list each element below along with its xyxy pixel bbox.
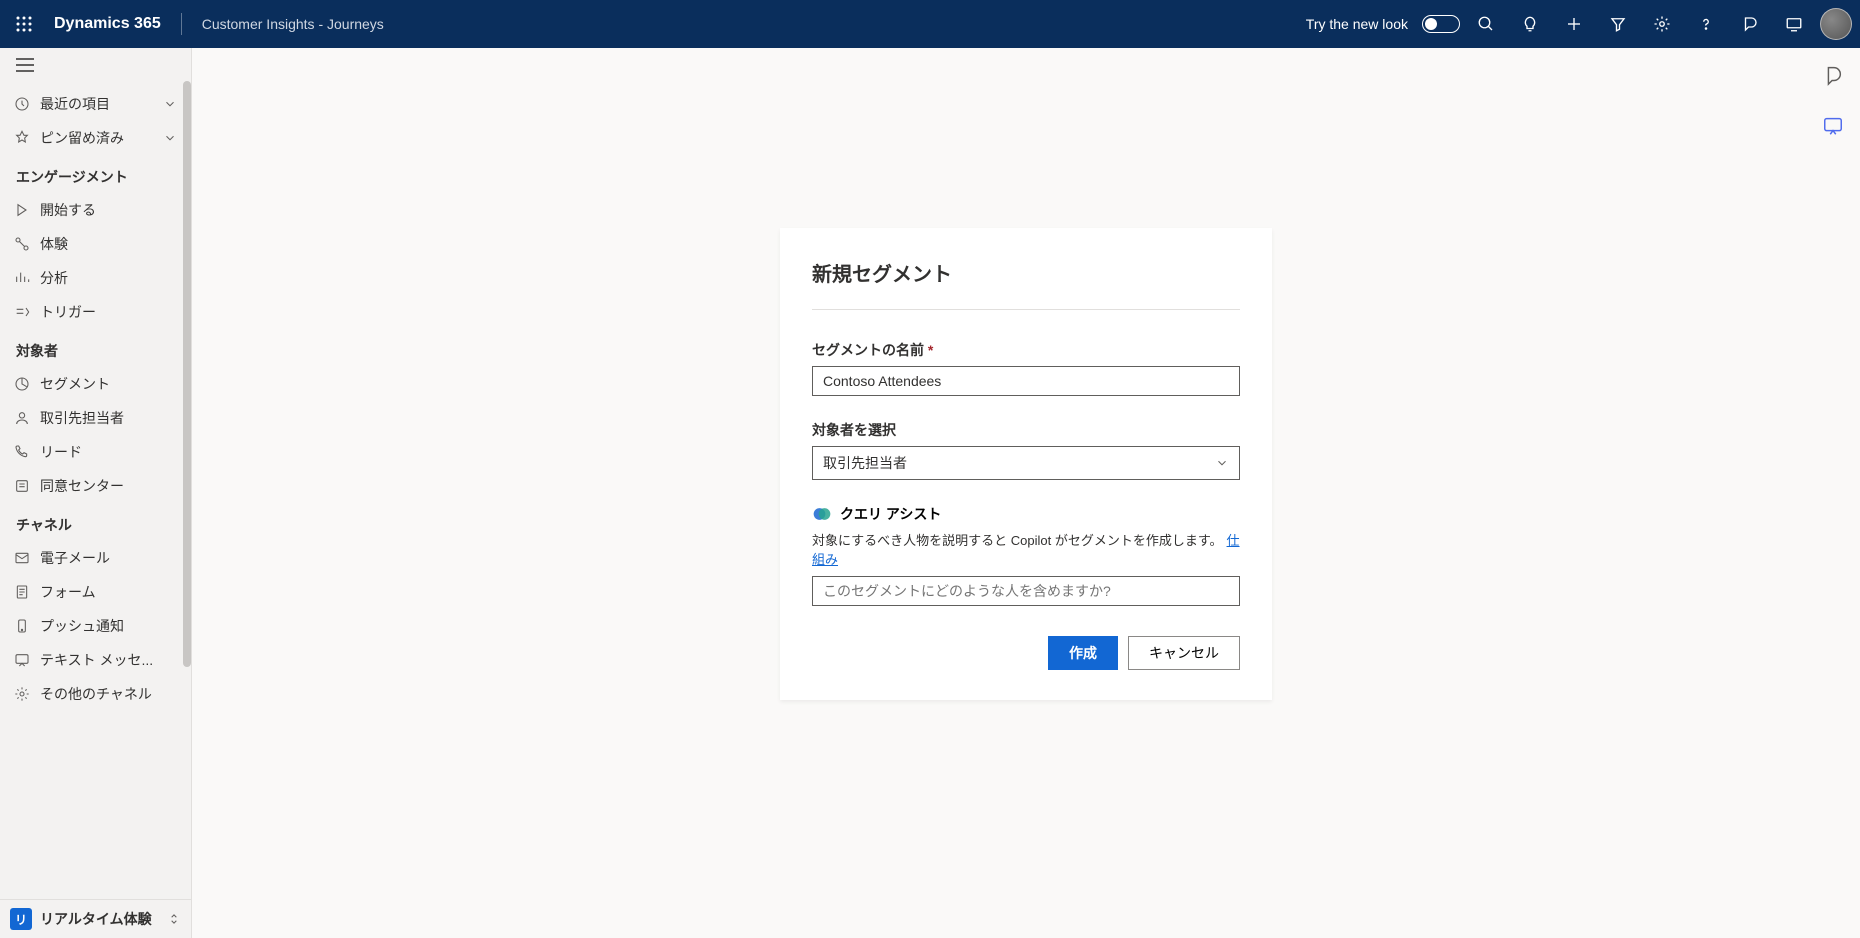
divider — [812, 309, 1240, 310]
nav-section-channel: チャネル — [4, 503, 187, 541]
sidebar-item-label: その他のチャネル — [40, 684, 152, 704]
chevron-down-icon — [1215, 456, 1229, 470]
sidebar-item-leads[interactable]: リード — [4, 435, 187, 469]
audience-selected-value: 取引先担当者 — [823, 453, 907, 473]
sidebar-item-label: 同意センター — [40, 476, 124, 496]
topbar: Dynamics 365 Customer Insights - Journey… — [0, 0, 1860, 48]
copilot-icon[interactable] — [1732, 0, 1768, 48]
create-button[interactable]: 作成 — [1048, 636, 1118, 670]
query-assist-group: クエリ アシスト 対象にするべき人物を説明すると Copilot がセグメントを… — [812, 504, 1240, 606]
sidebar-item-consent[interactable]: 同意センター — [4, 469, 187, 503]
sidebar-item-label: 体験 — [40, 234, 68, 254]
topbar-right: Try the new look — [1306, 0, 1852, 48]
main-content: 新規セグメント セグメントの名前 * 対象者を選択 取引先担当者 クエリ アシス… — [192, 48, 1860, 938]
sidebar-item-label: テキスト メッセ... — [40, 650, 153, 670]
nav-section-audience: 対象者 — [4, 329, 187, 367]
screen-icon[interactable] — [1776, 0, 1812, 48]
lightbulb-icon[interactable] — [1512, 0, 1548, 48]
right-rail-icons — [1822, 64, 1844, 142]
sidebar-item-label: セグメント — [40, 374, 110, 394]
try-new-look-toggle[interactable] — [1422, 15, 1460, 33]
sidebar-item-label: 分析 — [40, 268, 68, 288]
nav-section-engagement: エンゲージメント — [4, 155, 187, 193]
assist-heading: クエリ アシスト — [812, 504, 1240, 524]
sidebar-item-label: 最近の項目 — [40, 94, 110, 114]
assist-description: 対象にするべき人物を説明すると Copilot がセグメントを作成します。仕組み — [812, 530, 1240, 568]
hamburger-icon[interactable] — [0, 48, 191, 87]
nav-list: 最近の項目 ピン留め済み エンゲージメント 開始する 体験 分析 — [0, 87, 191, 899]
area-badge: リ — [10, 908, 32, 930]
sidebar-item-text[interactable]: テキスト メッセ... — [4, 643, 187, 677]
sidebar-item-triggers[interactable]: トリガー — [4, 295, 187, 329]
sidebar-item-push[interactable]: プッシュ通知 — [4, 609, 187, 643]
assist-desc-text: 対象にするべき人物を説明すると Copilot がセグメントを作成します。 — [812, 533, 1223, 548]
app-body: 最近の項目 ピン留め済み エンゲージメント 開始する 体験 分析 — [0, 48, 1860, 938]
copilot-logo-icon — [812, 504, 832, 524]
chevron-down-icon — [163, 131, 177, 145]
sidebar-item-other-channels[interactable]: その他のチャネル — [4, 677, 187, 711]
sidebar-item-getstarted[interactable]: 開始する — [4, 193, 187, 227]
plus-icon[interactable] — [1556, 0, 1592, 48]
sidebar-item-label: 電子メール — [40, 548, 110, 568]
query-assist-input[interactable] — [812, 576, 1240, 606]
segment-name-input[interactable] — [812, 366, 1240, 396]
sidebar-item-analytics[interactable]: 分析 — [4, 261, 187, 295]
sidebar-item-label: 開始する — [40, 200, 96, 220]
new-segment-dialog: 新規セグメント セグメントの名前 * 対象者を選択 取引先担当者 クエリ アシス… — [780, 228, 1272, 700]
avatar[interactable] — [1820, 8, 1852, 40]
search-icon[interactable] — [1468, 0, 1504, 48]
sidebar: 最近の項目 ピン留め済み エンゲージメント 開始する 体験 分析 — [0, 48, 192, 938]
sidebar-item-segments[interactable]: セグメント — [4, 367, 187, 401]
chevron-down-icon — [163, 97, 177, 111]
app-subtitle: Customer Insights - Journeys — [202, 16, 384, 32]
segment-name-field: セグメントの名前 * — [812, 340, 1240, 396]
topbar-left: Dynamics 365 Customer Insights - Journey… — [8, 8, 384, 40]
segment-name-label: セグメントの名前 * — [812, 340, 1240, 360]
chevron-updown-icon — [167, 912, 181, 926]
sidebar-item-label: プッシュ通知 — [40, 616, 124, 636]
required-asterisk: * — [928, 342, 933, 358]
sidebar-item-contacts[interactable]: 取引先担当者 — [4, 401, 187, 435]
sidebar-scrollbar-thumb[interactable] — [183, 81, 191, 666]
sidebar-item-pinned[interactable]: ピン留め済み — [4, 121, 187, 155]
audience-select[interactable]: 取引先担当者 — [812, 446, 1240, 480]
filter-icon[interactable] — [1600, 0, 1636, 48]
sidebar-item-emails[interactable]: 電子メール — [4, 541, 187, 575]
help-icon[interactable] — [1688, 0, 1724, 48]
audience-label: 対象者を選択 — [812, 420, 1240, 440]
app-launcher-icon[interactable] — [8, 8, 40, 40]
assist-title: クエリ アシスト — [840, 504, 941, 524]
feedback-side-icon[interactable] — [1822, 115, 1844, 142]
brand-title: Dynamics 365 — [54, 15, 161, 33]
divider — [181, 13, 182, 35]
try-new-look-label: Try the new look — [1306, 16, 1408, 32]
sidebar-item-experience[interactable]: 体験 — [4, 227, 187, 261]
audience-field: 対象者を選択 取引先担当者 — [812, 420, 1240, 480]
dialog-buttons: 作成 キャンセル — [812, 636, 1240, 670]
sidebar-item-forms[interactable]: フォーム — [4, 575, 187, 609]
sidebar-item-label: トリガー — [40, 302, 96, 322]
sidebar-item-label: 取引先担当者 — [40, 408, 124, 428]
sidebar-item-label: リード — [40, 442, 82, 462]
copilot-side-icon[interactable] — [1822, 64, 1844, 91]
label-text: セグメントの名前 — [812, 342, 924, 358]
sidebar-item-label: フォーム — [40, 582, 96, 602]
area-label: リアルタイム体験 — [40, 909, 152, 929]
sidebar-item-recent[interactable]: 最近の項目 — [4, 87, 187, 121]
sidebar-scrollbar[interactable] — [183, 48, 191, 884]
cancel-button[interactable]: キャンセル — [1128, 636, 1240, 670]
dialog-title: 新規セグメント — [812, 258, 1240, 287]
gear-icon[interactable] — [1644, 0, 1680, 48]
sidebar-item-label: ピン留め済み — [40, 128, 124, 148]
area-switcher[interactable]: リ リアルタイム体験 — [0, 899, 191, 938]
